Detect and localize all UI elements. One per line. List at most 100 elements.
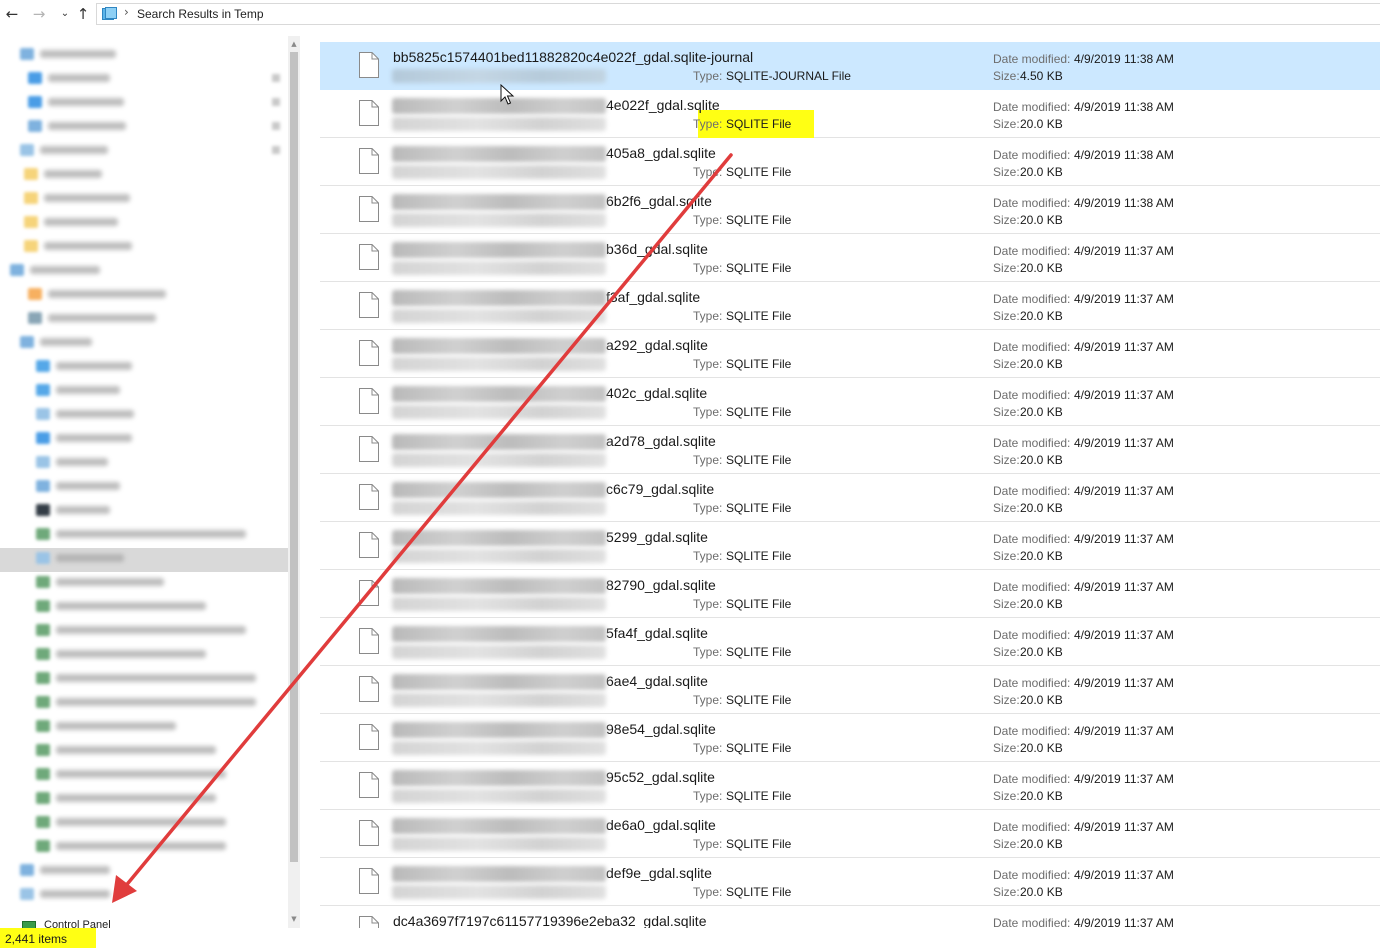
nav-item[interactable] bbox=[0, 476, 288, 496]
generic-file-icon bbox=[359, 772, 379, 798]
nav-item[interactable] bbox=[0, 764, 288, 784]
nav-item[interactable] bbox=[0, 212, 288, 232]
generic-file-icon bbox=[359, 532, 379, 558]
scroll-down-button[interactable]: ▼ bbox=[288, 913, 300, 925]
breadcrumb-separator[interactable]: › bbox=[124, 5, 129, 19]
file-row[interactable]: b36d_gdal.sqlite Type: SQLITE File Date mod… bbox=[320, 234, 1380, 282]
nav-item[interactable] bbox=[0, 740, 288, 760]
nav-item[interactable] bbox=[0, 620, 288, 640]
file-row[interactable]: c6c79_gdal.sqlite Type: SQLITE File Date mo… bbox=[320, 474, 1380, 522]
file-list[interactable]: bb5825c1574401bed11882820c4e022f_gdal.sq… bbox=[320, 42, 1380, 928]
status-bar: 2,441 items bbox=[0, 928, 1380, 950]
type-label: Type: bbox=[693, 261, 723, 275]
nav-item[interactable] bbox=[0, 92, 288, 112]
nav-item[interactable] bbox=[0, 44, 288, 64]
nav-item[interactable] bbox=[0, 692, 288, 712]
scroll-up-button[interactable]: ▲ bbox=[288, 38, 300, 50]
date-modified-label: Date modified: bbox=[993, 196, 1071, 210]
type-label: Type: bbox=[693, 693, 723, 707]
nav-item[interactable] bbox=[0, 716, 288, 736]
nav-item[interactable] bbox=[0, 116, 288, 136]
nav-item[interactable] bbox=[0, 260, 288, 280]
size-label: Size: bbox=[993, 549, 1020, 563]
nav-item[interactable] bbox=[0, 68, 288, 88]
date-modified-value: 4/9/2019 11:37 AM bbox=[1074, 916, 1174, 928]
file-row[interactable]: 5299_gdal.sqlite Type: SQLITE File Date mod… bbox=[320, 522, 1380, 570]
nav-item-label-blurred bbox=[56, 794, 216, 802]
redacted-file-path bbox=[392, 789, 606, 803]
file-row[interactable]: def9e_gdal.sqlite Type: SQLITE File Date mo… bbox=[320, 858, 1380, 906]
nav-item[interactable] bbox=[0, 884, 288, 904]
nav-item[interactable] bbox=[0, 668, 288, 688]
breadcrumb-location[interactable]: Search Results in Temp bbox=[137, 7, 264, 21]
file-name: def9e_gdal.sqlite bbox=[606, 865, 712, 881]
nav-item[interactable] bbox=[0, 332, 288, 352]
nav-pane-scrollbar[interactable]: ▲ ▼ bbox=[288, 36, 300, 928]
file-row[interactable]: 98e54_gdal.sqlite Type: SQLITE File Date mo… bbox=[320, 714, 1380, 762]
nav-item[interactable] bbox=[0, 236, 288, 256]
file-row[interactable]: 405a8_gdal.sqlite Type: SQLITE File Date mo… bbox=[320, 138, 1380, 186]
file-row[interactable]: 4e022f_gdal.sqlite Type: SQLITE File Date m… bbox=[320, 90, 1380, 138]
date-modified-label: Date modified: bbox=[993, 676, 1071, 690]
nav-item[interactable] bbox=[0, 572, 288, 592]
navigation-pane[interactable]: Control Panel bbox=[0, 36, 288, 928]
file-row[interactable]: 95c52_gdal.sqlite Type: SQLITE File Date mo… bbox=[320, 762, 1380, 810]
type-label: Type: bbox=[693, 837, 723, 851]
file-type: SQLITE File bbox=[726, 597, 792, 611]
forward-button[interactable]: → bbox=[29, 4, 49, 24]
nav-item[interactable] bbox=[0, 524, 288, 544]
redacted-file-name bbox=[392, 434, 606, 450]
file-row[interactable]: 6b2f6_gdal.sqlite Type: SQLITE File Date mo… bbox=[320, 186, 1380, 234]
scrollbar-thumb[interactable] bbox=[290, 52, 298, 862]
file-row[interactable]: de6a0_gdal.sqlite Type: SQLITE File Date mo… bbox=[320, 810, 1380, 858]
folder-icon bbox=[36, 600, 50, 612]
nav-item[interactable] bbox=[0, 164, 288, 184]
nav-item[interactable] bbox=[0, 644, 288, 664]
nav-item[interactable] bbox=[0, 428, 288, 448]
nav-item[interactable] bbox=[0, 596, 288, 616]
file-row[interactable]: 5fa4f_gdal.sqlite Type: SQLITE File Date mo… bbox=[320, 618, 1380, 666]
nav-item[interactable] bbox=[0, 284, 288, 304]
nav-item[interactable] bbox=[0, 812, 288, 832]
nav-item[interactable] bbox=[0, 356, 288, 376]
generic-file-icon bbox=[359, 868, 379, 894]
redacted-file-path bbox=[392, 357, 606, 371]
mouse-cursor-icon bbox=[500, 84, 515, 105]
nav-item[interactable] bbox=[0, 860, 288, 880]
redacted-file-path bbox=[392, 213, 606, 227]
file-row[interactable]: 82790_gdal.sqlite Type: SQLITE File Date mo… bbox=[320, 570, 1380, 618]
file-row[interactable]: f3af_gdal.sqlite Type: SQLITE File Date mod… bbox=[320, 282, 1380, 330]
nav-item[interactable] bbox=[0, 308, 288, 328]
up-button[interactable]: ↑ bbox=[73, 4, 93, 24]
nav-item[interactable] bbox=[0, 380, 288, 400]
nav-item[interactable] bbox=[0, 140, 288, 160]
size-value: 20.0 KB bbox=[1020, 453, 1063, 467]
nav-item[interactable] bbox=[0, 404, 288, 424]
redacted-file-name bbox=[392, 194, 606, 210]
nav-item-control-panel[interactable]: Control Panel bbox=[22, 919, 122, 928]
type-label: Type: bbox=[693, 501, 723, 515]
file-row[interactable]: a292_gdal.sqlite Type: SQLITE File Date mod… bbox=[320, 330, 1380, 378]
nav-item[interactable] bbox=[0, 452, 288, 472]
recent-locations-button[interactable]: ⌄ bbox=[55, 4, 75, 24]
file-row[interactable]: a2d78_gdal.sqlite Type: SQLITE File Date mo… bbox=[320, 426, 1380, 474]
date-modified-label: Date modified: bbox=[993, 52, 1071, 66]
nav-item[interactable] bbox=[0, 836, 288, 856]
file-row[interactable]: dc4a3697f7197c61157719396e2eba32_gdal.sq… bbox=[320, 906, 1380, 928]
back-button[interactable]: ← bbox=[2, 4, 22, 24]
file-type: SQLITE File bbox=[726, 309, 792, 323]
redacted-file-path bbox=[392, 309, 606, 323]
date-modified-label: Date modified: bbox=[993, 868, 1071, 882]
nav-item-label-blurred bbox=[40, 890, 110, 898]
file-row[interactable]: 6ae4_gdal.sqlite Type: SQLITE File Date mod… bbox=[320, 666, 1380, 714]
chevron-down-icon: ⌄ bbox=[60, 8, 70, 19]
address-input[interactable]: › Search Results in Temp bbox=[96, 3, 1380, 25]
file-name: a292_gdal.sqlite bbox=[606, 337, 708, 353]
nav-item[interactable] bbox=[0, 548, 288, 572]
file-row[interactable]: 402c_gdal.sqlite Type: SQLITE File Date mod… bbox=[320, 378, 1380, 426]
file-row[interactable]: bb5825c1574401bed11882820c4e022f_gdal.sq… bbox=[320, 42, 1380, 90]
nav-item[interactable] bbox=[0, 788, 288, 808]
nav-item-label-blurred bbox=[56, 386, 120, 394]
nav-item[interactable] bbox=[0, 500, 288, 520]
nav-item[interactable] bbox=[0, 188, 288, 208]
